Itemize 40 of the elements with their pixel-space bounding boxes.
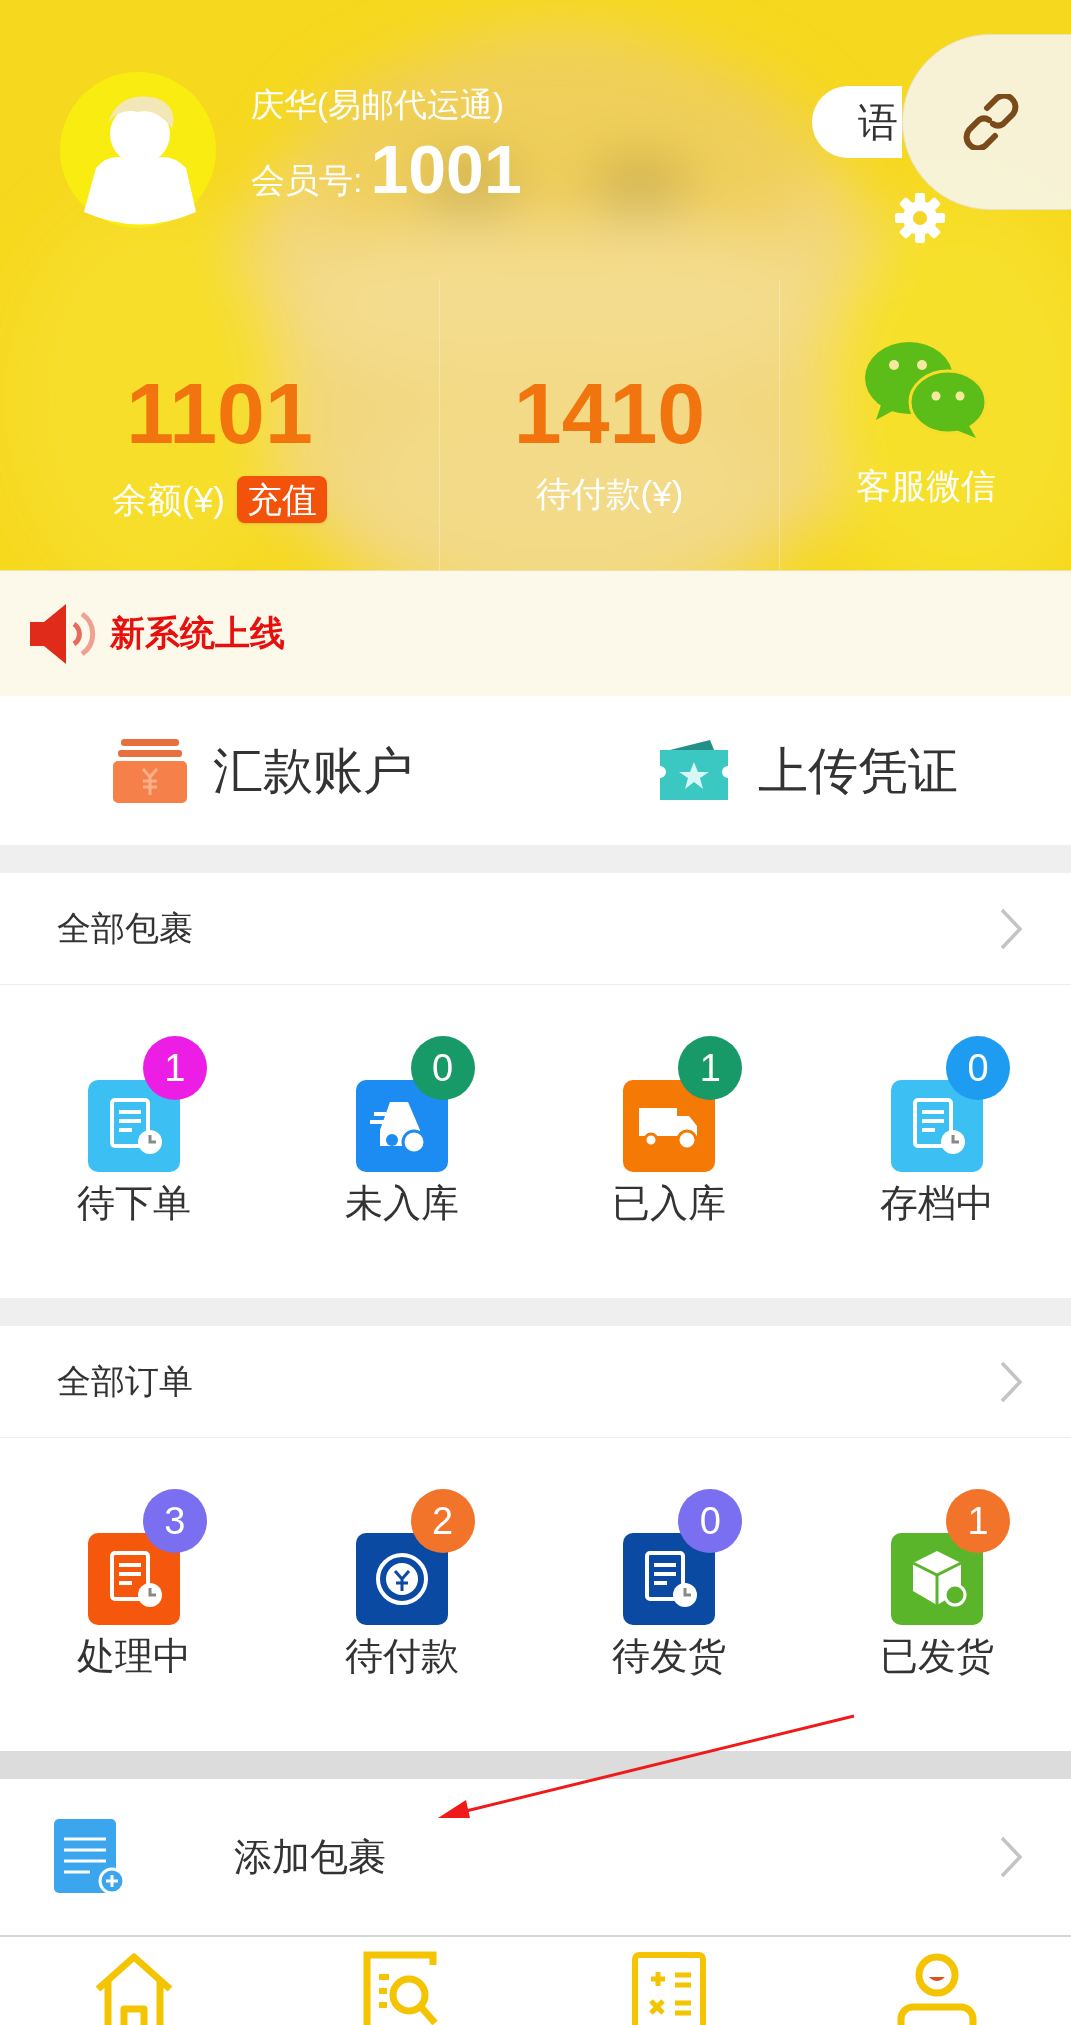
- recharge-button[interactable]: 充值: [236, 476, 327, 523]
- chevron-right-icon: [999, 1359, 1023, 1404]
- status-shortcut[interactable]: 0 待发货: [535, 1438, 804, 1751]
- status-shortcut[interactable]: 3 处理中: [0, 1438, 268, 1751]
- settings-icon[interactable]: [894, 192, 946, 244]
- status-shortcut[interactable]: 1 已入库: [535, 985, 804, 1298]
- count-badge: 0: [678, 1489, 743, 1553]
- chevron-right-icon: [999, 906, 1023, 951]
- money-stack-icon: [113, 738, 187, 803]
- add-document-icon: [54, 1819, 126, 1895]
- status-shortcut[interactable]: 1 已发货: [803, 1438, 1071, 1751]
- notice-text: 新系统上线: [110, 612, 285, 655]
- amount-label: 待付款(¥): [535, 476, 684, 511]
- quick-link[interactable]: 汇款账户: [113, 696, 413, 845]
- count-badge: 1: [678, 1036, 743, 1100]
- amount-value: 1410: [513, 370, 706, 456]
- chevron-right-icon: [999, 1835, 1023, 1879]
- profile-icon[interactable]: [895, 1951, 980, 2025]
- count-badge: 3: [142, 1489, 207, 1553]
- status-shortcut[interactable]: 2 待付款: [267, 1438, 536, 1751]
- speaker-icon: [28, 601, 96, 666]
- member-label: 会员号:: [251, 162, 363, 197]
- status-shortcut[interactable]: 0 未入库: [267, 985, 536, 1298]
- quick-link[interactable]: 上传凭证: [655, 696, 958, 845]
- link-icon: [963, 94, 1019, 150]
- calculator-icon[interactable]: [631, 1951, 708, 2025]
- count-badge: 2: [410, 1489, 475, 1553]
- chat-bubbles-icon[interactable]: [863, 340, 988, 440]
- member-number: 1001: [370, 134, 522, 203]
- count-badge: 1: [946, 1489, 1011, 1553]
- amount-label: 余额(¥): [112, 482, 225, 517]
- customer-service-label: 客服微信: [855, 468, 996, 503]
- status-shortcut[interactable]: 1 待下单: [0, 985, 268, 1298]
- count-badge: 0: [946, 1036, 1011, 1100]
- count-badge: 1: [142, 1036, 207, 1100]
- avatar[interactable]: [60, 72, 216, 228]
- count-badge: 0: [410, 1036, 475, 1100]
- language-button[interactable]: 语: [812, 86, 902, 158]
- user-name: 庆华(易邮代运通): [251, 87, 505, 121]
- status-shortcut[interactable]: 0 存档中: [803, 985, 1071, 1298]
